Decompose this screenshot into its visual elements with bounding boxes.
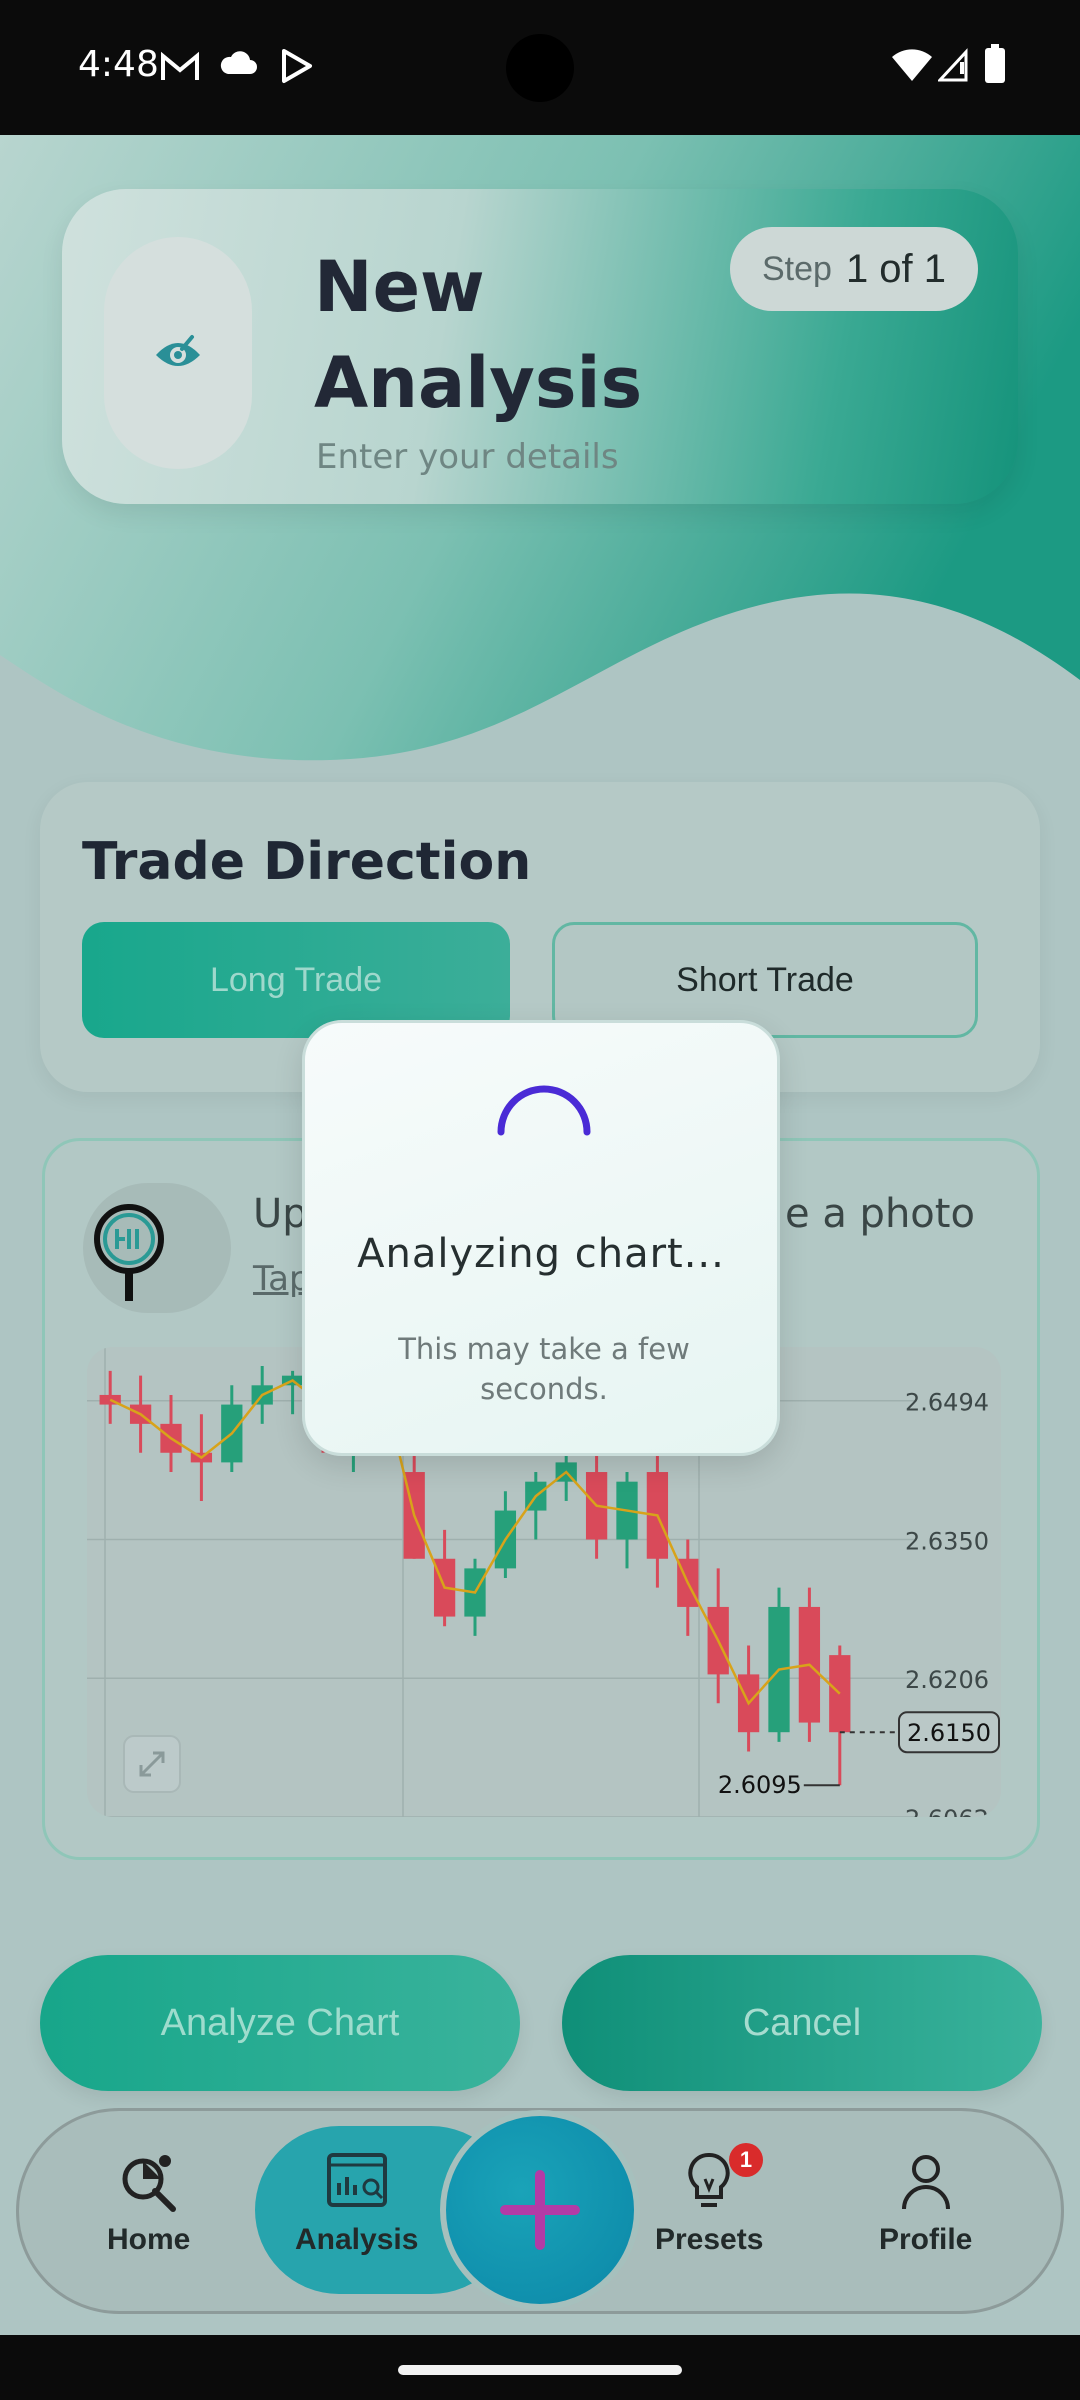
cloud-icon: [220, 51, 257, 74]
step-label: Step: [761, 249, 832, 288]
nav-home[interactable]: Home: [107, 2149, 190, 2257]
nav-profile-label: Profile: [879, 2223, 973, 2256]
analyzing-dialog: Analyzing chart... This may take a few s…: [302, 1020, 780, 1456]
status-time: 4:48: [78, 44, 159, 85]
expand-icon[interactable]: [123, 1735, 181, 1793]
step-indicator: Step 1 of 1: [730, 227, 978, 311]
camera-cutout: [506, 34, 574, 102]
nav-presets[interactable]: Presets 1: [655, 2143, 764, 2257]
page-title: New Analysis: [314, 239, 674, 431]
analysis-dashboard-icon: [326, 2153, 387, 2207]
cancel-button[interactable]: Cancel: [562, 1955, 1042, 2091]
upload-instruction-end: e a photo: [785, 1191, 975, 1237]
home-gesture-handle[interactable]: [398, 2365, 682, 2375]
dialog-title: Analyzing chart...: [357, 1231, 725, 1277]
battery-icon: [985, 44, 1005, 83]
profile-icon: [901, 2155, 950, 2210]
dialog-subtitle: This may take a few seconds.: [398, 1332, 690, 1406]
chart-y-tick-label: 2.6062: [905, 1805, 989, 1817]
trade-direction-title: Trade Direction: [82, 832, 532, 892]
nav-analysis-label: Analysis: [295, 2223, 419, 2256]
nav-profile[interactable]: Profile: [879, 2149, 972, 2257]
low-price-label: 2.6095: [718, 1771, 802, 1799]
nav-analysis[interactable]: Analysis: [295, 2149, 418, 2257]
status-bar: 4:48: [0, 0, 1080, 135]
header-card: New Analysis Enter your details Step 1 o…: [62, 189, 1018, 504]
home-analytics-icon: [122, 2155, 176, 2212]
step-value: 1 of 1: [845, 246, 947, 291]
nav-home-label: Home: [107, 2223, 191, 2256]
add-fab-button[interactable]: [440, 2110, 640, 2310]
magnifier-chart-icon: [94, 1204, 164, 1301]
analyze-chart-button[interactable]: Analyze Chart: [40, 1955, 520, 2091]
plus-icon: [500, 2170, 580, 2250]
current-price-label: 2.6150: [907, 1719, 991, 1747]
upload-icon-container: [83, 1183, 231, 1313]
eye-icon: [156, 335, 200, 366]
page-title-line1: New: [314, 246, 485, 328]
nav-presets-label: Presets: [655, 2223, 764, 2256]
chart-y-tick-label: 2.6206: [905, 1666, 989, 1694]
page-title-line2: Analysis: [314, 342, 643, 424]
page-subtitle: Enter your details: [316, 437, 619, 477]
eye-icon-container: [104, 237, 252, 469]
upload-instruction-start: Up: [253, 1191, 308, 1237]
signal-icon: [938, 48, 968, 82]
presets-notification-badge: 1: [729, 2143, 763, 2177]
system-navigation-bar: [0, 2335, 1080, 2400]
gmail-icon: [161, 51, 199, 80]
chart-y-tick-label: 2.6350: [905, 1527, 989, 1555]
chart-y-tick-label: 2.6494: [905, 1389, 989, 1417]
wifi-icon: [892, 49, 932, 81]
loading-spinner: [497, 1085, 591, 1136]
play-store-icon: [282, 49, 312, 83]
